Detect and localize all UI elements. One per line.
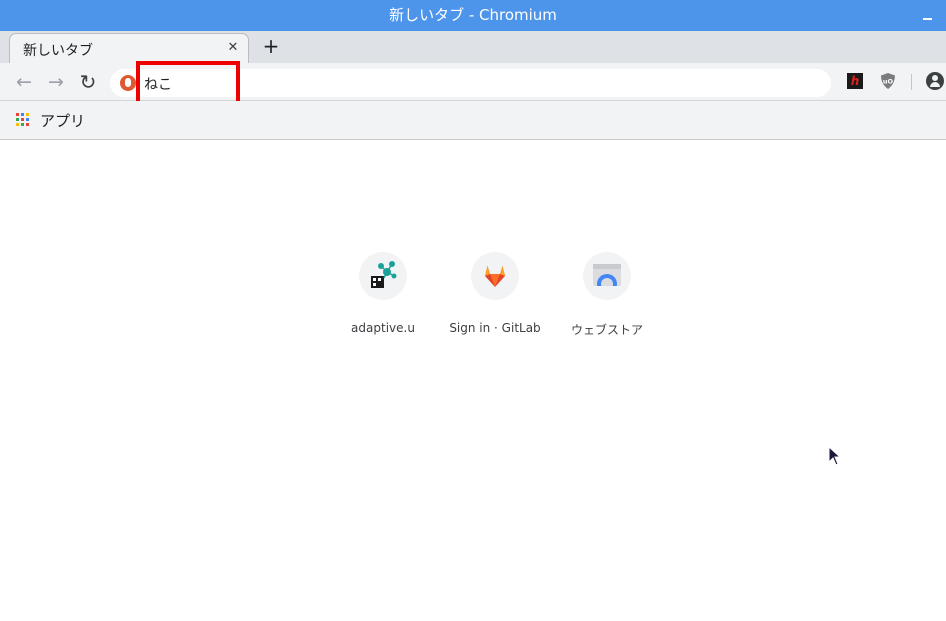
reload-button[interactable]: ↻ xyxy=(76,70,100,94)
back-button[interactable]: ← xyxy=(12,70,36,94)
apps-grid-icon xyxy=(16,113,30,127)
mouse-cursor-icon xyxy=(828,446,842,466)
shortcut-label: ウェブストア xyxy=(570,323,643,337)
shortcut-tile-adaptive[interactable]: adaptive.u xyxy=(327,252,439,342)
forward-button[interactable]: → xyxy=(44,70,68,94)
window-title: 新しいタブ - Chromium xyxy=(389,6,557,24)
highlight-box xyxy=(136,61,240,105)
minimize-button[interactable] xyxy=(923,18,932,20)
bookmarks-bar: アプリ xyxy=(0,101,946,140)
new-tab-button[interactable]: + xyxy=(261,36,281,56)
most-visited-tiles: adaptive.u Sign in · GitLab ウェブストア xyxy=(327,252,663,342)
gitlab-icon xyxy=(471,252,519,300)
adaptive-icon xyxy=(359,252,407,300)
profile-icon[interactable] xyxy=(926,72,944,90)
apps-shortcut[interactable]: アプリ xyxy=(10,107,85,133)
tab-close-icon[interactable]: ✕ xyxy=(224,39,242,57)
shortcut-label: adaptive.u xyxy=(351,321,415,335)
svg-text:uO: uO xyxy=(883,78,894,86)
toolbar-separator xyxy=(911,74,912,90)
webstore-icon xyxy=(583,252,631,300)
apps-label: アプリ xyxy=(40,111,86,130)
tab-strip: 新しいタブ ✕ + xyxy=(0,31,946,64)
ublock-icon[interactable]: uO xyxy=(880,72,896,90)
shortcut-label: Sign in · GitLab xyxy=(449,321,541,335)
duckduckgo-icon xyxy=(120,75,136,91)
window-titlebar: 新しいタブ - Chromium xyxy=(0,0,946,31)
tab-new-tab[interactable]: 新しいタブ ✕ xyxy=(9,33,249,64)
tab-title: 新しいタブ xyxy=(23,43,93,59)
shortcut-tile-gitlab[interactable]: Sign in · GitLab xyxy=(439,252,551,342)
shortcut-tile-webstore[interactable]: ウェブストア xyxy=(551,252,663,342)
h-extension-icon[interactable]: h xyxy=(847,73,863,89)
